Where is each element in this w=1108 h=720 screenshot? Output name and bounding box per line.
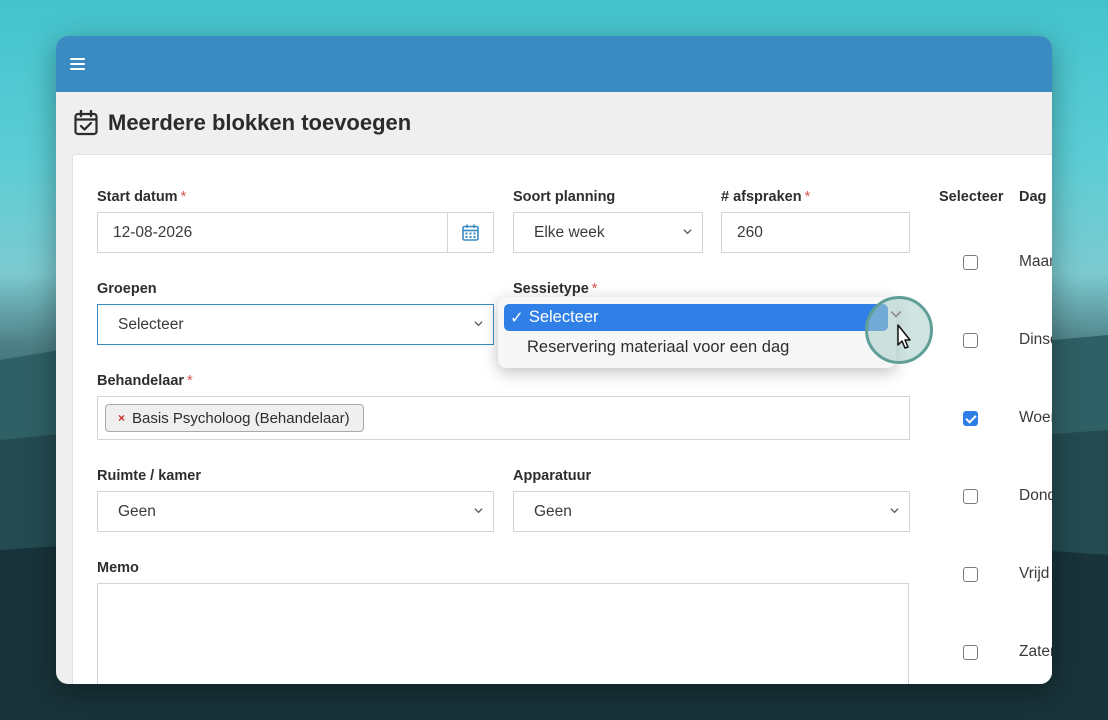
apparatuur-select[interactable]: Geen <box>513 491 910 532</box>
memo-label: Memo <box>97 560 139 576</box>
start-datum-input[interactable]: 12-08-2026 <box>97 212 494 253</box>
behandelaar-tag: × Basis Psycholoog (Behandelaar) <box>105 404 364 432</box>
date-picker-button[interactable] <box>447 213 493 252</box>
afspraken-value: 260 <box>737 223 763 241</box>
behandelaar-label: Behandelaar * <box>97 373 193 389</box>
hamburger-icon[interactable] <box>70 58 85 70</box>
ruimte-label: Ruimte / kamer <box>97 468 201 484</box>
soort-planning-label: Soort planning <box>513 189 616 205</box>
sessietype-option-selecteer[interactable]: ✓ Selecteer <box>504 304 888 331</box>
day-checkbox[interactable] <box>963 411 978 426</box>
ruimte-select[interactable]: Geen <box>97 491 494 532</box>
soort-planning-value: Elke week <box>534 223 605 241</box>
memo-textarea[interactable] <box>97 583 909 684</box>
ruimte-value: Geen <box>118 502 156 520</box>
day-label: Woen <box>1019 409 1052 426</box>
page-header: Meerdere blokken toevoegen <box>74 110 411 136</box>
calendar-check-icon <box>74 110 98 136</box>
apparatuur-value: Geen <box>534 502 572 520</box>
table-header-selecteer: Selecteer <box>939 189 1004 205</box>
groepen-label: Groepen <box>97 281 157 297</box>
remove-tag-icon[interactable]: × <box>118 411 125 425</box>
day-label: Vrijd <box>1019 565 1050 582</box>
start-datum-value: 12-08-2026 <box>113 223 193 241</box>
soort-planning-select[interactable]: Elke week <box>513 212 703 253</box>
behandelaar-multiselect[interactable]: × Basis Psycholoog (Behandelaar) <box>97 396 910 440</box>
option-label: Selecteer <box>528 308 599 326</box>
chevron-down-icon <box>474 321 483 327</box>
chevron-down-icon <box>890 311 902 318</box>
day-checkbox[interactable] <box>963 489 978 504</box>
check-icon: ✓ <box>510 308 524 327</box>
start-datum-label: Start datum * <box>97 189 187 205</box>
groepen-value: Selecteer <box>118 315 184 333</box>
sessietype-option-reservering[interactable]: Reservering materiaal voor een dag <box>527 338 789 357</box>
chevron-down-icon <box>683 229 692 235</box>
day-label: Maan <box>1019 253 1052 270</box>
day-label: Dond <box>1019 487 1052 504</box>
form-card: Start datum * 12-08-2026 Soort planning E… <box>72 154 1052 684</box>
afspraken-label: # afspraken * <box>721 189 811 205</box>
chevron-down-icon <box>890 508 899 514</box>
table-header-dag: Dag <box>1019 189 1047 205</box>
day-checkbox[interactable] <box>963 645 978 660</box>
top-navbar <box>56 36 1052 92</box>
mouse-pointer-icon <box>897 324 911 349</box>
calendar-icon <box>462 224 479 241</box>
groepen-select[interactable]: Selecteer <box>97 304 494 345</box>
behandelaar-tag-label: Basis Psycholoog (Behandelaar) <box>132 409 350 427</box>
afspraken-input[interactable]: 260 <box>721 212 910 253</box>
page-title: Meerdere blokken toevoegen <box>108 110 412 135</box>
day-label: Dinsd <box>1019 331 1052 348</box>
day-checkbox[interactable] <box>963 333 978 348</box>
apparatuur-label: Apparatuur <box>513 468 592 484</box>
sessietype-dropdown: ✓ Selecteer Reservering materiaal voor e… <box>498 297 896 368</box>
sessietype-label: Sessietype * <box>513 281 598 297</box>
chevron-down-icon <box>474 508 483 514</box>
day-checkbox[interactable] <box>963 567 978 582</box>
day-checkbox[interactable] <box>963 255 978 270</box>
day-label: Zater <box>1019 643 1052 660</box>
